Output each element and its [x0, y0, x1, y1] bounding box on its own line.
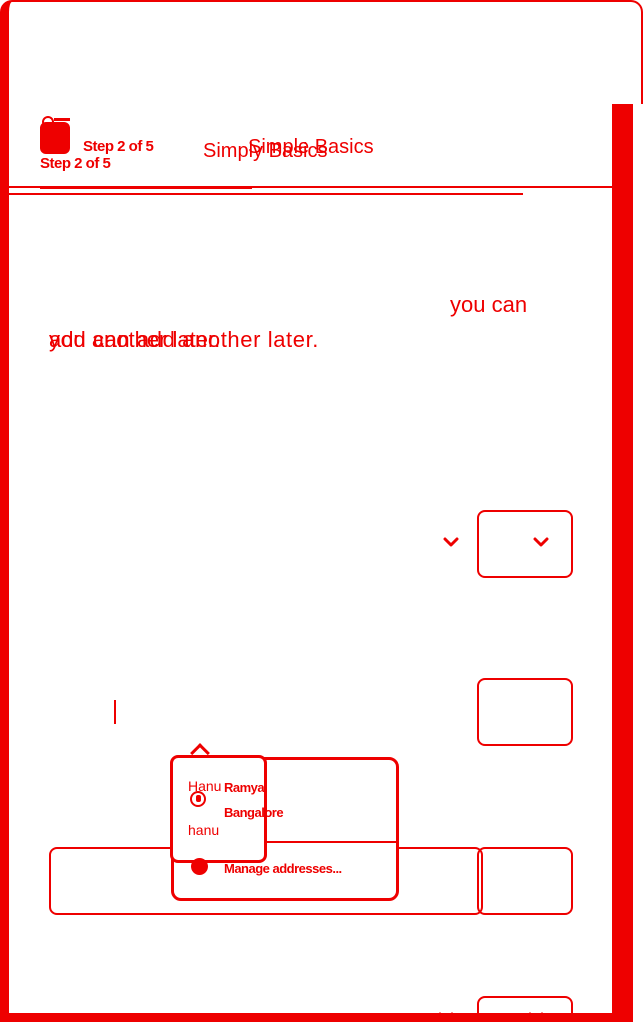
person-icon — [190, 791, 206, 807]
header-divider-secondary — [9, 193, 523, 195]
intro-text-fragment: you can — [450, 292, 528, 317]
select-field[interactable] — [477, 510, 573, 578]
manage-icon — [191, 858, 208, 875]
chevron-down-icon[interactable] — [528, 1012, 544, 1022]
autofill-city[interactable]: Bangalore — [224, 805, 284, 820]
manage-addresses-link[interactable]: Manage addresses... — [224, 861, 342, 876]
progress-indicator — [40, 186, 252, 189]
chevron-down-icon[interactable] — [533, 537, 549, 547]
window-edge — [633, 104, 643, 1022]
text-cursor — [114, 700, 116, 724]
step-icon — [40, 122, 70, 154]
autofill-name[interactable]: Ramya — [224, 780, 265, 795]
address-input-secondary[interactable] — [477, 847, 573, 915]
step-label-ghost: Step 2 of 5 — [40, 155, 111, 172]
chevron-down-icon[interactable] — [438, 1012, 454, 1022]
suggestion-text[interactable]: hanu — [188, 822, 219, 838]
step-label: Step 2 of 5 — [83, 138, 154, 155]
intro-text-ghost: you can add another later. — [49, 327, 320, 352]
select-field-lower[interactable] — [477, 996, 573, 1022]
text-input[interactable] — [477, 678, 573, 746]
scrollbar-track[interactable] — [612, 104, 634, 1022]
page-title-ghost: Simply Basics — [203, 140, 328, 162]
chevron-down-icon[interactable] — [443, 537, 459, 547]
step-badge-icon-bar — [54, 118, 70, 121]
